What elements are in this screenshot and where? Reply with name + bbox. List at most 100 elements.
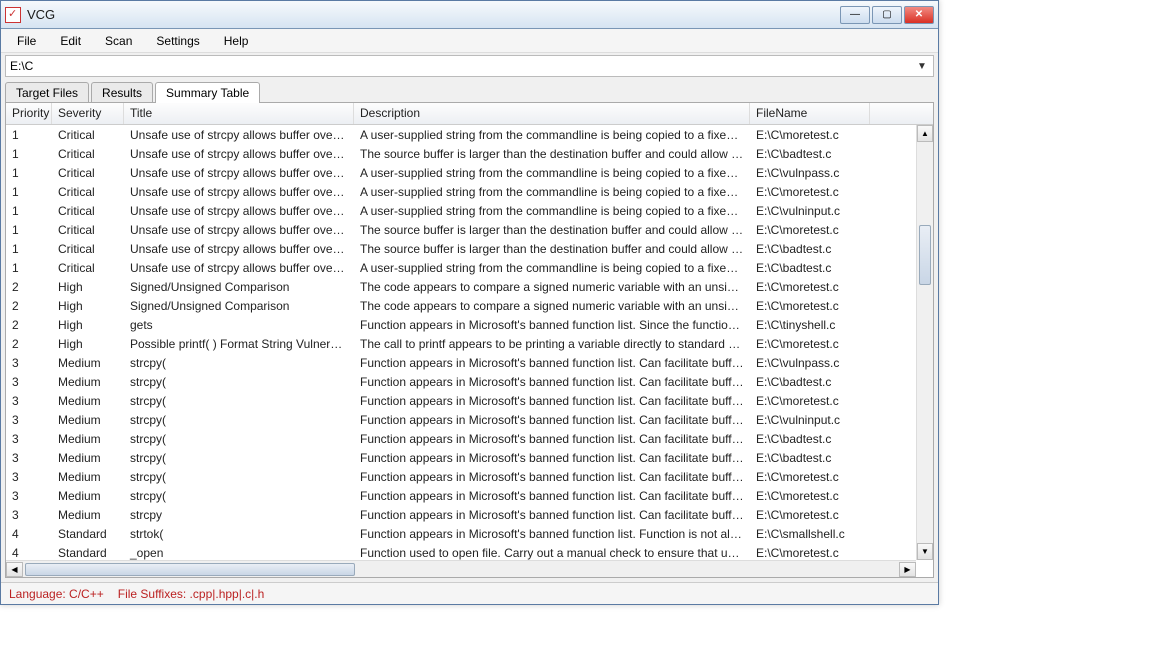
cell-severity: Critical: [52, 222, 124, 238]
table-row[interactable]: 3MediumstrcpyFunction appears in Microso…: [6, 505, 933, 524]
cell-desc: Function appears in Microsoft's banned f…: [354, 412, 750, 428]
table-row[interactable]: 3Mediumstrcpy(Function appears in Micros…: [6, 410, 933, 429]
cell-priority: 3: [6, 393, 52, 409]
horizontal-scrollbar[interactable]: ◀ ▶: [6, 560, 916, 577]
cell-file: E:\C\moretest.c: [750, 488, 870, 504]
table-row[interactable]: 3Mediumstrcpy(Function appears in Micros…: [6, 391, 933, 410]
col-title[interactable]: Title: [124, 103, 354, 124]
cell-title: strcpy(: [124, 488, 354, 504]
cell-file: E:\C\tinyshell.c: [750, 317, 870, 333]
hscroll-thumb[interactable]: [25, 563, 355, 576]
cell-desc: Function used to open file. Carry out a …: [354, 545, 750, 561]
table-row[interactable]: 4Standardstrtok(Function appears in Micr…: [6, 524, 933, 543]
col-severity[interactable]: Severity: [52, 103, 124, 124]
cell-title: Signed/Unsigned Comparison: [124, 298, 354, 314]
cell-file: E:\C\vulninput.c: [750, 203, 870, 219]
table-row[interactable]: 1CriticalUnsafe use of strcpy allows buf…: [6, 201, 933, 220]
chevron-down-icon[interactable]: ▼: [915, 61, 929, 72]
cell-title: strcpy: [124, 507, 354, 523]
cell-desc: Function appears in Microsoft's banned f…: [354, 488, 750, 504]
cell-file: E:\C\badtest.c: [750, 431, 870, 447]
vscroll-thumb[interactable]: [919, 225, 931, 285]
cell-priority: 1: [6, 260, 52, 276]
maximize-button[interactable]: ▢: [872, 6, 902, 24]
tabstrip: Target Files Results Summary Table: [1, 81, 938, 102]
scroll-up-button[interactable]: ▲: [917, 125, 933, 142]
table-row[interactable]: 3Mediumstrcpy(Function appears in Micros…: [6, 353, 933, 372]
cell-title: _open: [124, 545, 354, 561]
cell-severity: Critical: [52, 184, 124, 200]
cell-priority: 1: [6, 184, 52, 200]
table-row[interactable]: 2HighSigned/Unsigned ComparisonThe code …: [6, 277, 933, 296]
cell-priority: 2: [6, 279, 52, 295]
table-row[interactable]: 1CriticalUnsafe use of strcpy allows buf…: [6, 125, 933, 144]
table-row[interactable]: 1CriticalUnsafe use of strcpy allows buf…: [6, 258, 933, 277]
col-description[interactable]: Description: [354, 103, 750, 124]
menu-settings[interactable]: Settings: [144, 31, 211, 51]
cell-title: Unsafe use of strcpy allows buffer overf…: [124, 241, 354, 257]
tab-summary-table[interactable]: Summary Table: [155, 82, 260, 103]
status-suffixes: File Suffixes: .cpp|.hpp|.c|.h: [118, 587, 265, 601]
table-row[interactable]: 2HighPossible printf( ) Format String Vu…: [6, 334, 933, 353]
cell-severity: Critical: [52, 127, 124, 143]
cell-severity: Medium: [52, 393, 124, 409]
cell-file: E:\C\badtest.c: [750, 241, 870, 257]
menu-edit[interactable]: Edit: [48, 31, 93, 51]
cell-priority: 4: [6, 545, 52, 561]
table-row[interactable]: 3Mediumstrcpy(Function appears in Micros…: [6, 372, 933, 391]
cell-title: Unsafe use of strcpy allows buffer overf…: [124, 127, 354, 143]
cell-title: strcpy(: [124, 374, 354, 390]
cell-priority: 2: [6, 317, 52, 333]
menu-scan[interactable]: Scan: [93, 31, 144, 51]
tab-target-files[interactable]: Target Files: [5, 82, 89, 103]
path-value: E:\C: [10, 59, 915, 73]
path-combobox[interactable]: E:\C ▼: [5, 55, 934, 77]
close-button[interactable]: ✕: [904, 6, 934, 24]
vertical-scrollbar[interactable]: ▲ ▼: [916, 125, 933, 560]
scroll-right-button[interactable]: ▶: [899, 562, 916, 577]
cell-file: E:\C\badtest.c: [750, 260, 870, 276]
cell-file: E:\C\moretest.c: [750, 222, 870, 238]
col-priority[interactable]: Priority: [6, 103, 52, 124]
table-row[interactable]: 2High getsFunction appears in Microsoft'…: [6, 315, 933, 334]
cell-priority: 1: [6, 127, 52, 143]
cell-title: gets: [124, 317, 354, 333]
cell-file: E:\C\moretest.c: [750, 184, 870, 200]
cell-priority: 3: [6, 355, 52, 371]
scroll-down-button[interactable]: ▼: [917, 543, 933, 560]
menu-file[interactable]: File: [5, 31, 48, 51]
cell-desc: A user-supplied string from the commandl…: [354, 203, 750, 219]
cell-file: E:\C\badtest.c: [750, 374, 870, 390]
table-row[interactable]: 3Mediumstrcpy(Function appears in Micros…: [6, 467, 933, 486]
scroll-left-button[interactable]: ◀: [6, 562, 23, 577]
cell-priority: 1: [6, 241, 52, 257]
cell-desc: Function appears in Microsoft's banned f…: [354, 393, 750, 409]
cell-priority: 3: [6, 450, 52, 466]
cell-severity: High: [52, 336, 124, 352]
table-row[interactable]: 1CriticalUnsafe use of strcpy allows buf…: [6, 239, 933, 258]
cell-file: E:\C\moretest.c: [750, 127, 870, 143]
cell-severity: Medium: [52, 507, 124, 523]
status-language: Language: C/C++: [9, 587, 104, 601]
table-row[interactable]: 1CriticalUnsafe use of strcpy allows buf…: [6, 144, 933, 163]
table-row[interactable]: 3Mediumstrcpy(Function appears in Micros…: [6, 429, 933, 448]
hscroll-track[interactable]: [23, 562, 899, 577]
column-headers: Priority Severity Title Description File…: [6, 103, 933, 125]
cell-desc: A user-supplied string from the commandl…: [354, 165, 750, 181]
cell-file: E:\C\badtest.c: [750, 450, 870, 466]
table-row[interactable]: 1CriticalUnsafe use of strcpy allows buf…: [6, 220, 933, 239]
cell-severity: Standard: [52, 526, 124, 542]
tab-results[interactable]: Results: [91, 82, 153, 103]
table-row[interactable]: 1CriticalUnsafe use of strcpy allows buf…: [6, 163, 933, 182]
cell-desc: Function appears in Microsoft's banned f…: [354, 450, 750, 466]
table-row[interactable]: 3Mediumstrcpy(Function appears in Micros…: [6, 448, 933, 467]
minimize-button[interactable]: —: [840, 6, 870, 24]
menu-help[interactable]: Help: [212, 31, 261, 51]
table-row[interactable]: 3Mediumstrcpy(Function appears in Micros…: [6, 486, 933, 505]
cell-title: Unsafe use of strcpy allows buffer overf…: [124, 260, 354, 276]
cell-title: strtok(: [124, 526, 354, 542]
table-row[interactable]: 1CriticalUnsafe use of strcpy allows buf…: [6, 182, 933, 201]
titlebar[interactable]: VCG — ▢ ✕: [1, 1, 938, 29]
col-filename[interactable]: FileName: [750, 103, 870, 124]
table-row[interactable]: 2HighSigned/Unsigned ComparisonThe code …: [6, 296, 933, 315]
